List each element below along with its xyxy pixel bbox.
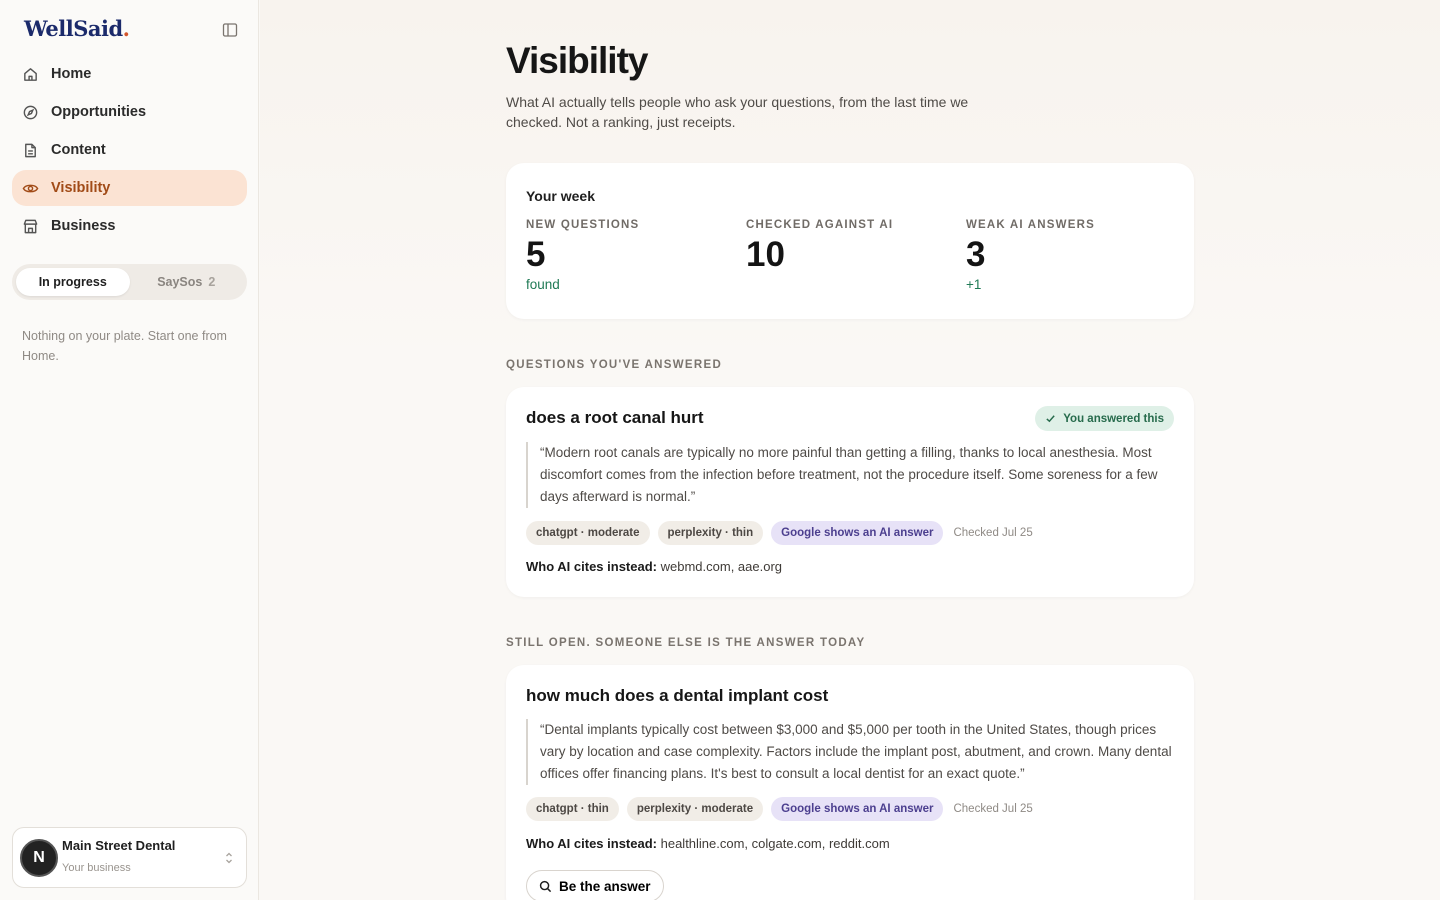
cites-label: Who AI cites instead: xyxy=(526,559,657,574)
sidebar-item-label: Content xyxy=(51,142,106,158)
section-label-open: STILL OPEN. SOMEONE ELSE IS THE ANSWER T… xyxy=(506,637,866,649)
tag-row: chatgpt · moderate perplexity · thin Goo… xyxy=(526,521,1033,545)
sidebar-item-opportunities[interactable]: Opportunities xyxy=(12,94,247,130)
cites-label: Who AI cites instead: xyxy=(526,836,657,851)
tag-chatgpt: chatgpt · thin xyxy=(526,797,619,821)
business-subtitle: Your business xyxy=(62,861,131,874)
stat-label: WEAK AI ANSWERS xyxy=(966,219,1095,231)
week-summary-card: Your week NEW QUESTIONS 5 found CHECKED … xyxy=(506,163,1194,319)
stat-value: 3 xyxy=(966,235,986,274)
sidebar-nav: Home Opportunities Content Visibility Bu… xyxy=(12,56,247,246)
sidebar-item-label: Home xyxy=(51,66,92,82)
tag-perplexity: perplexity · thin xyxy=(657,521,764,545)
store-icon xyxy=(23,219,38,233)
stat-delta: found xyxy=(526,277,560,292)
sidebar: WellSaid. Home Opportunities Content Vis… xyxy=(0,0,259,900)
ai-answer-quote: “Dental implants typically cost between … xyxy=(526,719,1174,785)
open-question-card[interactable]: how much does a dental implant cost “Den… xyxy=(506,665,1194,900)
answered-question-card[interactable]: does a root canal hurt You answered this… xyxy=(506,387,1194,597)
stat-label: NEW QUESTIONS xyxy=(526,219,640,231)
cites-domains: webmd.com, aae.org xyxy=(660,559,783,574)
business-name: Main Street Dental xyxy=(62,837,176,853)
stat-label: CHECKED AGAINST AI xyxy=(746,219,894,231)
chevron-updown-icon xyxy=(226,852,232,864)
tag-chatgpt: chatgpt · moderate xyxy=(526,521,650,545)
cites-line: Who AI cites instead: healthline.com, co… xyxy=(526,836,890,851)
section-label-answered: QUESTIONS YOU'VE ANSWERED xyxy=(506,359,723,371)
answered-badge: You answered this xyxy=(1035,406,1174,431)
sidebar-item-content[interactable]: Content xyxy=(12,132,247,168)
stat-checked: CHECKED AGAINST AI 10 xyxy=(746,219,893,275)
cites-line: Who AI cites instead: webmd.com, aae.org xyxy=(526,559,782,574)
tab-saysos[interactable]: SaySos 2 xyxy=(130,268,244,296)
tag-perplexity: perplexity · moderate xyxy=(626,797,764,821)
document-icon xyxy=(25,143,36,157)
home-icon xyxy=(24,67,37,81)
stat-new-questions: NEW QUESTIONS 5 found xyxy=(526,219,639,292)
sidebar-item-business[interactable]: Business xyxy=(12,208,247,244)
compass-icon xyxy=(23,105,38,119)
stat-weak-answers: WEAK AI ANSWERS 3 +1 xyxy=(966,219,1095,292)
question-title: how much does a dental implant cost xyxy=(526,686,829,705)
sidebar-item-label: Visibility xyxy=(51,180,111,196)
tab-in-progress[interactable]: In progress xyxy=(16,268,130,296)
empty-state-text: Nothing on your plate. Start one from Ho… xyxy=(22,329,227,363)
ai-answer-quote: “Modern root canals are typically no mor… xyxy=(526,442,1174,508)
page-title: Visibility xyxy=(506,40,648,81)
sidebar-item-label: Business xyxy=(51,218,116,234)
brand-logo[interactable]: WellSaid. xyxy=(24,16,130,41)
avatar: N xyxy=(20,838,58,877)
check-icon xyxy=(1046,415,1055,423)
stat-value: 5 xyxy=(526,235,546,274)
checked-date: Checked Jul 25 xyxy=(953,803,1033,815)
sidebar-item-home[interactable]: Home xyxy=(12,56,247,92)
sidebar-toggle-icon[interactable] xyxy=(222,22,238,38)
tag-row: chatgpt · thin perplexity · moderate Goo… xyxy=(526,797,1033,821)
business-switcher[interactable]: N Main Street Dental Your business xyxy=(12,827,247,888)
sidebar-item-label: Opportunities xyxy=(51,104,147,120)
main-content: Visibility What AI actually tells people… xyxy=(260,0,1440,900)
tag-google: Google shows an AI answer xyxy=(771,521,944,545)
stat-value: 10 xyxy=(746,235,785,274)
checked-date: Checked Jul 25 xyxy=(953,527,1033,539)
be-the-answer-button[interactable]: Be the answer xyxy=(526,870,664,900)
saysos-count-badge: 2 xyxy=(208,275,216,289)
cites-domains: healthline.com, colgate.com, reddit.com xyxy=(660,836,890,851)
tag-google: Google shows an AI answer xyxy=(771,797,944,821)
sidebar-item-visibility[interactable]: Visibility xyxy=(12,170,247,206)
question-title: does a root canal hurt xyxy=(526,408,704,427)
eye-icon xyxy=(22,184,39,192)
stat-delta: +1 xyxy=(966,277,982,292)
search-icon xyxy=(539,880,552,892)
task-filter-toggle: In progress SaySos 2 xyxy=(12,264,247,300)
page-subtitle: What AI actually tells people who ask yo… xyxy=(506,94,969,130)
week-title: Your week xyxy=(526,188,595,204)
